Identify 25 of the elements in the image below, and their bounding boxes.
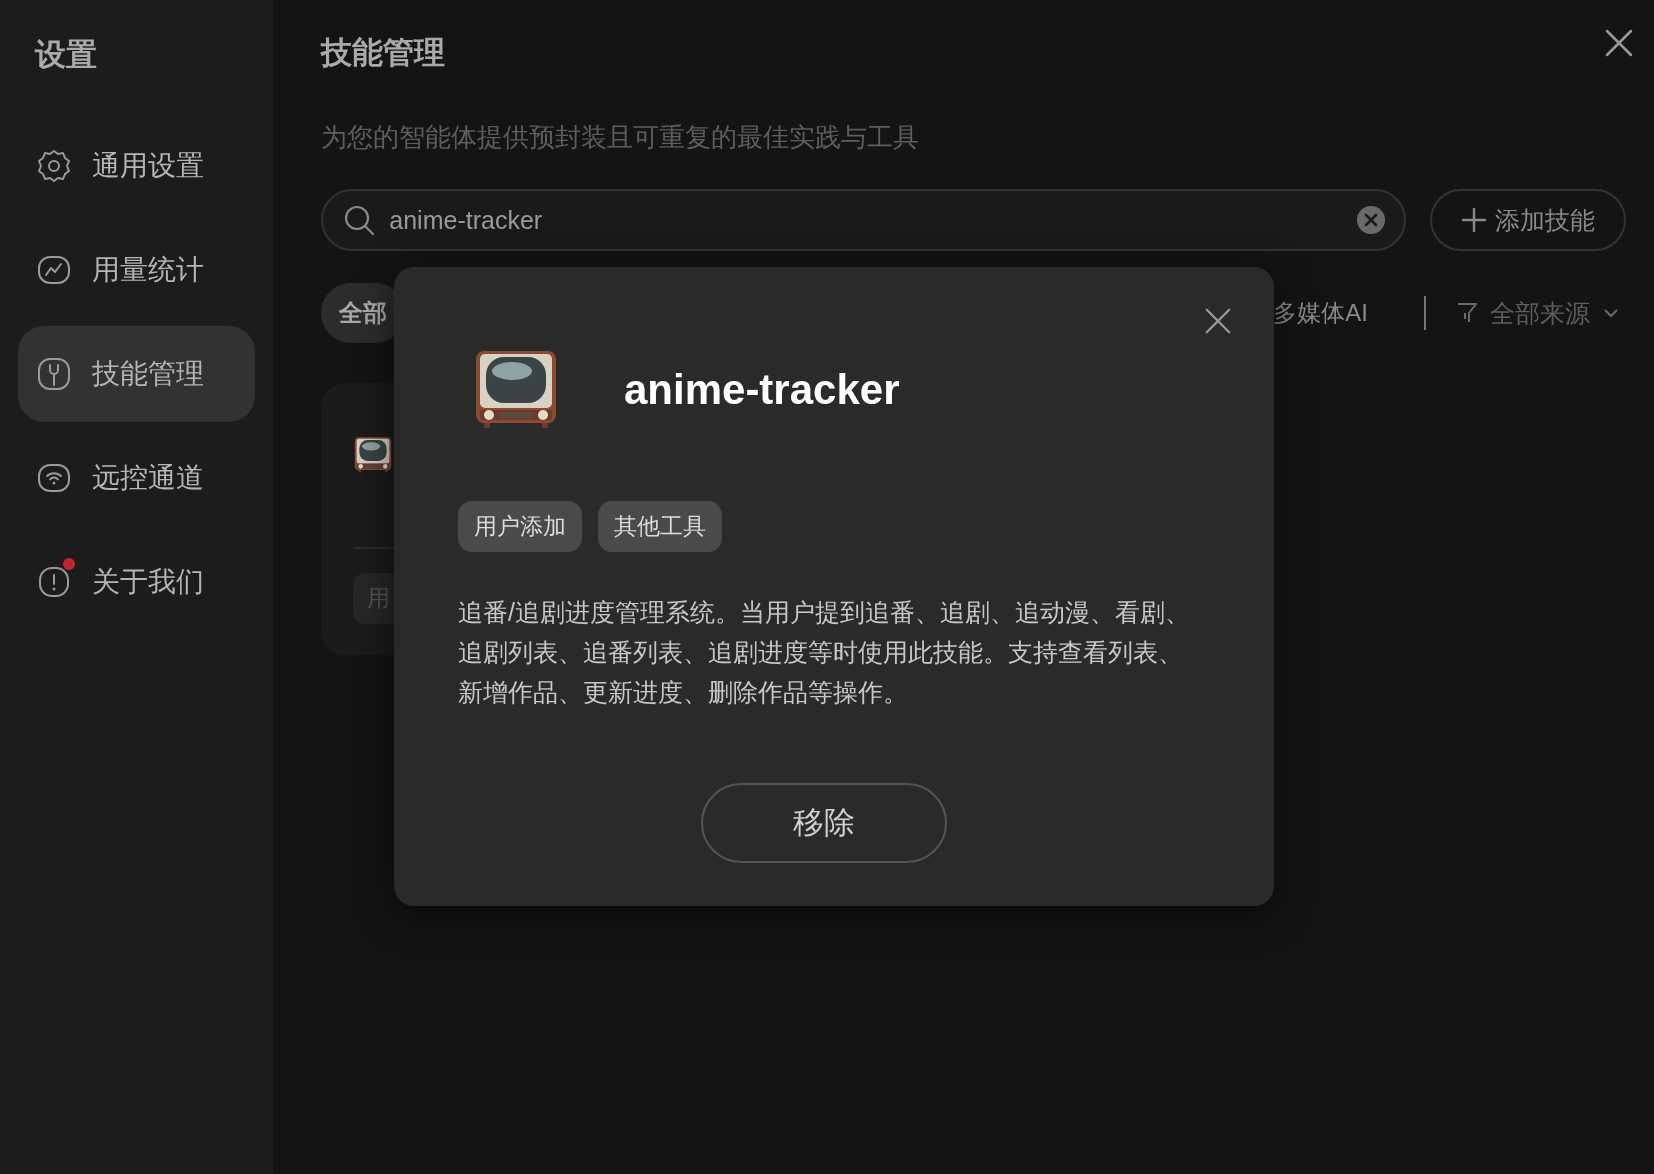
sidebar-item[interactable]: 关于我们	[18, 534, 256, 630]
chevron-down-icon	[1602, 307, 1620, 319]
plus-icon	[1461, 207, 1487, 233]
gear-icon	[36, 148, 72, 184]
skill-tag: 其他工具	[598, 501, 722, 552]
search-icon	[343, 204, 376, 236]
add-skill-button[interactable]: 添加技能	[1430, 189, 1626, 251]
sidebar-item[interactable]: 通用设置	[18, 118, 256, 214]
close-icon[interactable]	[1604, 28, 1634, 58]
sidebar-item[interactable]: 技能管理	[18, 326, 256, 422]
page-subtitle: 为您的智能体提供预封装且可重复的最佳实践与工具	[321, 121, 921, 154]
dialog-title: anime-tracker	[624, 366, 900, 414]
sidebar-title: 设置	[35, 36, 98, 74]
skill-description: 追番/追剧进度管理系统。当用户提到追番、追剧、追动漫、看剧、追剧列表、追番列表、追剧进度等时使用此技能。支持查看列表、新增作品、更新进度、删除作品等操作。	[458, 597, 1191, 708]
remove-button[interactable]: 移除	[701, 783, 947, 863]
category-tab[interactable]: 多媒体AI	[1255, 283, 1386, 343]
sidebar-item[interactable]: 用量统计	[18, 222, 256, 318]
search-field[interactable]: anime-tracker	[321, 189, 1406, 251]
clear-icon[interactable]	[1356, 205, 1386, 235]
info-icon	[36, 564, 72, 600]
page-title: 技能管理	[321, 34, 446, 72]
close-icon[interactable]	[1204, 307, 1232, 335]
sidebar-item[interactable]: 远控通道	[18, 430, 256, 526]
skill-tag: 用户添加	[458, 501, 582, 552]
search-input[interactable]: anime-tracker	[387, 204, 1344, 236]
